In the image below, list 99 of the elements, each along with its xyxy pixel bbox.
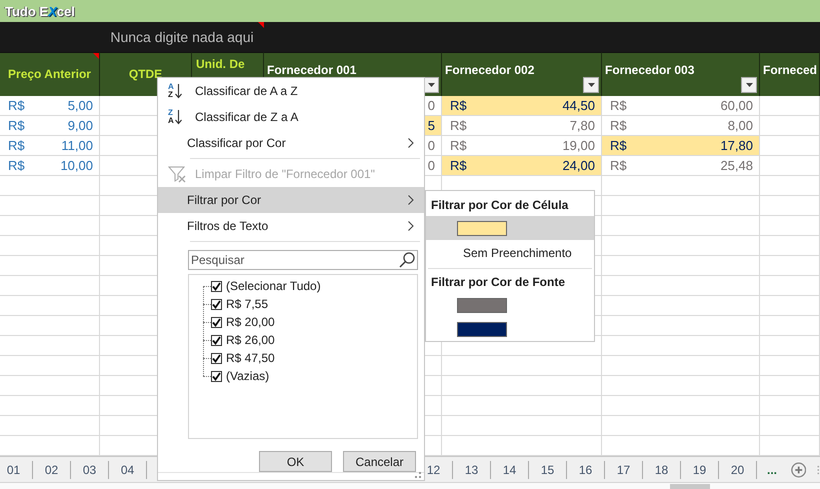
cell-value: 0 (428, 98, 435, 113)
cell-value: 0 (428, 158, 435, 173)
notice-text: Nunca digite nada aqui (110, 29, 254, 45)
sheet-tab[interactable]: 14 (491, 460, 529, 478)
value-label[interactable]: R$ 26,00 (226, 333, 275, 347)
add-sheet-icon[interactable] (791, 460, 806, 478)
sheet-tab[interactable]: 04 (109, 460, 147, 478)
table-cell (760, 396, 820, 416)
search-icon[interactable] (399, 252, 415, 268)
table-cell (760, 356, 820, 376)
sheet-tab[interactable]: 18 (643, 460, 681, 478)
cell-value: 7,80 (570, 118, 595, 133)
splitter-handle-icon[interactable] (817, 464, 820, 476)
table-cell (760, 296, 820, 316)
value-label[interactable]: R$ 20,00 (226, 315, 275, 329)
currency-symbol: R$ (610, 118, 627, 133)
column-header: QTDE (128, 67, 164, 81)
checkbox[interactable] (211, 352, 222, 364)
column-header: Fornecedor 003 (604, 63, 696, 77)
cell-value: 11,00 (61, 138, 93, 153)
table-cell (760, 336, 820, 356)
submenu-heading: Filtrar por Cor de Fonte (430, 274, 566, 291)
resize-grip-icon[interactable] (414, 471, 422, 479)
menu-item[interactable]: Classificar por Cor (158, 130, 424, 156)
cell-value: 5 (428, 118, 435, 133)
caret-icon (746, 83, 752, 87)
value-label[interactable]: (Vazias) (226, 369, 270, 383)
currency-symbol: R$ (450, 158, 467, 173)
table-cell (760, 216, 820, 236)
currency-symbol: R$ (8, 118, 25, 133)
cell-value: 44,50 (562, 98, 595, 113)
currency-symbol: R$ (610, 138, 627, 153)
table-cell (760, 196, 820, 216)
sheet-tab[interactable]: 01 (0, 460, 33, 478)
cell-value: 9,00 (68, 118, 93, 133)
table-cell (760, 176, 820, 196)
sheet-tab[interactable]: 13 (453, 460, 491, 478)
currency-symbol: R$ (450, 118, 467, 133)
checkbox[interactable] (211, 370, 222, 382)
dialog-button[interactable]: OK (259, 451, 332, 472)
checkbox[interactable] (211, 334, 222, 346)
checkbox[interactable] (211, 280, 222, 292)
cell-value: 17,80 (720, 138, 753, 153)
cell-value: 10,00 (60, 158, 93, 173)
sheet-tab[interactable]: 17 (605, 460, 643, 478)
cell-value: 24,00 (562, 158, 595, 173)
menu-item: Limpar Filtro de "Fornecedor 001" (158, 161, 424, 187)
color-option[interactable]: Sem Preenchimento (426, 240, 594, 266)
caret-icon (588, 83, 594, 87)
sheet-tab[interactable]: 16 (567, 460, 605, 478)
menu-item[interactable]: Z A Classificar de Z a A (158, 104, 424, 130)
table-cell (760, 316, 820, 336)
value-label[interactable]: (Selecionar Tudo) (226, 279, 321, 293)
more-tabs-button[interactable]: ... (767, 462, 778, 476)
value-label[interactable]: R$ 7,55 (226, 297, 268, 311)
currency-symbol: R$ (8, 158, 25, 173)
checkbox[interactable] (211, 316, 222, 328)
checkbox[interactable] (211, 298, 222, 310)
table-cell (760, 376, 820, 396)
sheet-tab[interactable]: 20 (719, 460, 757, 478)
table-cell (760, 276, 820, 296)
clear-filter-icon (168, 166, 186, 182)
submenu-heading: Filtrar por Cor de Célula (430, 197, 570, 214)
currency-symbol: R$ (450, 138, 467, 153)
search-field[interactable]: Pesquisar (188, 250, 418, 270)
app-title: Tudo EXcel (5, 4, 75, 18)
filter-dropdown-button[interactable] (583, 77, 599, 93)
value-label[interactable]: R$ 47,50 (226, 351, 275, 365)
table-cell (760, 256, 820, 276)
currency-symbol: R$ (450, 98, 467, 113)
cell-value: 8,00 (728, 118, 753, 133)
currency-symbol: R$ (8, 138, 25, 153)
caret-icon (428, 83, 434, 87)
currency-symbol: R$ (610, 98, 627, 113)
menu-item[interactable]: Filtrar por Cor (158, 187, 424, 213)
cell-value: 5,00 (68, 98, 93, 113)
column-header: Fornecedor 001 (266, 63, 358, 77)
table-cell (760, 236, 820, 256)
cell-value: 0 (428, 138, 435, 153)
sheet-tab[interactable]: 19 (681, 460, 719, 478)
cell-value: 19,00 (562, 138, 595, 153)
scrollbar-thumb[interactable] (670, 484, 710, 489)
filter-dropdown-button[interactable] (741, 77, 757, 93)
sheet-tab[interactable]: 15 (529, 460, 567, 478)
cell-value: 60,00 (720, 98, 753, 113)
currency-symbol: R$ (610, 158, 627, 173)
column-header: Forneced (762, 63, 818, 77)
cell-value: 25,48 (720, 158, 753, 173)
dialog-button[interactable]: Cancelar (343, 451, 416, 472)
column-header: Fornecedor 002 (444, 63, 536, 77)
column-header: Preço Anterior (7, 67, 92, 81)
currency-symbol: R$ (8, 98, 25, 113)
color-option[interactable] (426, 216, 594, 240)
sheet-tab[interactable]: 02 (33, 460, 71, 478)
menu-item[interactable]: A Z Classificar de A a Z (158, 78, 424, 104)
table-cell (760, 416, 820, 436)
sheet-tab[interactable]: 03 (71, 460, 109, 478)
menu-item[interactable]: Filtros de Texto (158, 213, 424, 239)
column-header: Unid. De (195, 57, 246, 71)
